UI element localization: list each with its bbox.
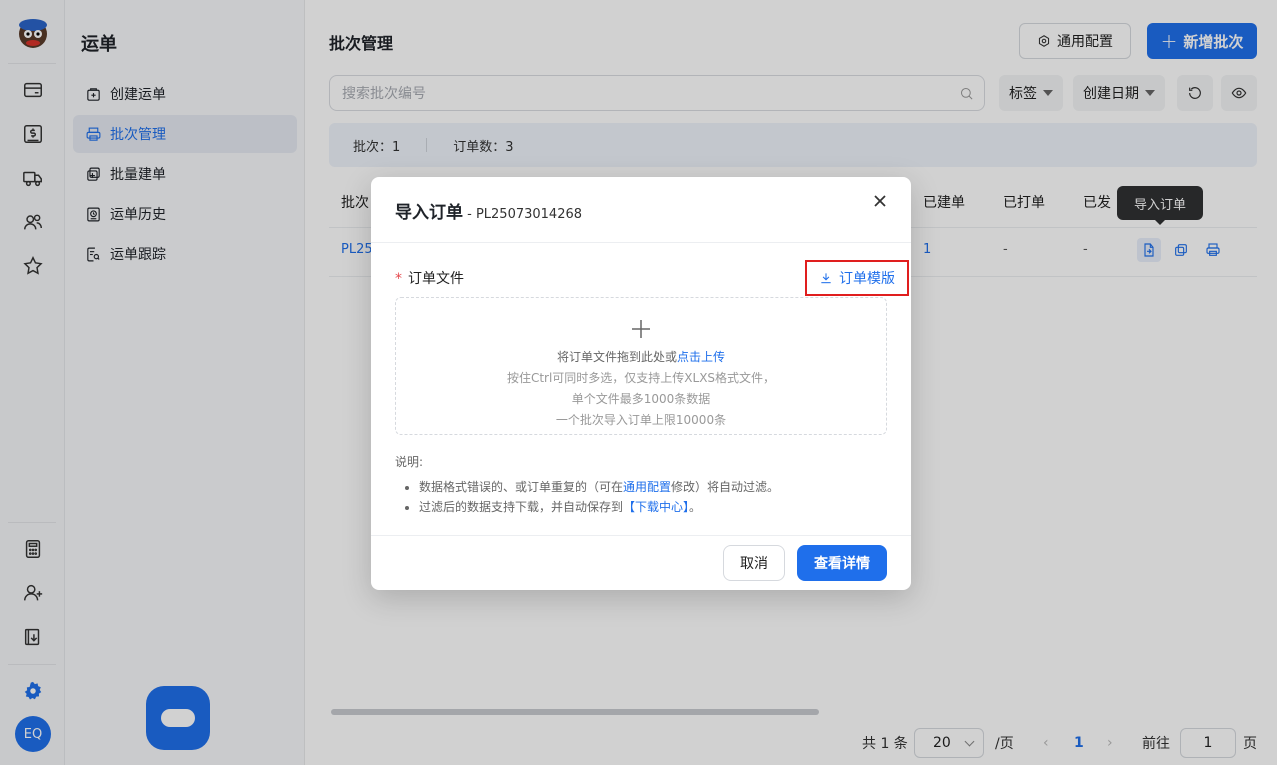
download-center-link[interactable]: 【下载中心】 bbox=[623, 500, 689, 514]
file-upload-dropzone[interactable]: 将订单文件拖到此处或点击上传 按住Ctrl可同时多选，仅支持上传XLXS格式文件… bbox=[395, 297, 887, 435]
click-upload-link[interactable]: 点击上传 bbox=[677, 350, 725, 364]
download-template-link[interactable]: 订单模版 bbox=[805, 260, 909, 296]
dialog-header: 导入订单 - PL25073014268 bbox=[371, 177, 911, 243]
instruction-item: 过滤后的数据支持下载，并自动保存到【下载中心】。 bbox=[419, 498, 779, 515]
dropzone-format-hint: 按住Ctrl可同时多选，仅支持上传XLXS格式文件， bbox=[506, 371, 776, 385]
dropzone-hint: 将订单文件拖到此处或点击上传 bbox=[556, 350, 726, 364]
plus-icon bbox=[396, 318, 886, 344]
dropzone-limit-hint: 单个文件最多1000条数据 bbox=[571, 392, 711, 406]
order-file-label: * 订单文件 bbox=[395, 271, 464, 287]
close-icon bbox=[874, 195, 886, 207]
import-orders-dialog: 导入订单 - PL25073014268 * 订单文件 订单模版 将订单文件拖到此… bbox=[371, 177, 911, 590]
instructions: 说明: 数据格式错误的、或订单重复的（可在通用配置修改）将自动过滤。 过滤后的数… bbox=[395, 453, 779, 518]
instructions-title: 说明: bbox=[395, 455, 424, 469]
dialog-batch-id: - PL25073014268 bbox=[463, 207, 583, 222]
view-details-button[interactable]: 查看详情 bbox=[797, 545, 887, 581]
dropzone-batch-limit-hint: 一个批次导入订单上限10000条 bbox=[555, 413, 727, 427]
cancel-button[interactable]: 取消 bbox=[723, 545, 785, 581]
general-config-link[interactable]: 通用配置 bbox=[623, 480, 671, 494]
close-dialog-button[interactable] bbox=[873, 194, 893, 214]
instruction-item: 数据格式错误的、或订单重复的（可在通用配置修改）将自动过滤。 bbox=[419, 478, 779, 495]
dialog-footer-divider bbox=[371, 535, 911, 536]
dialog-title: 导入订单 bbox=[395, 203, 463, 223]
required-asterisk: * bbox=[395, 271, 402, 287]
download-icon bbox=[821, 273, 831, 284]
